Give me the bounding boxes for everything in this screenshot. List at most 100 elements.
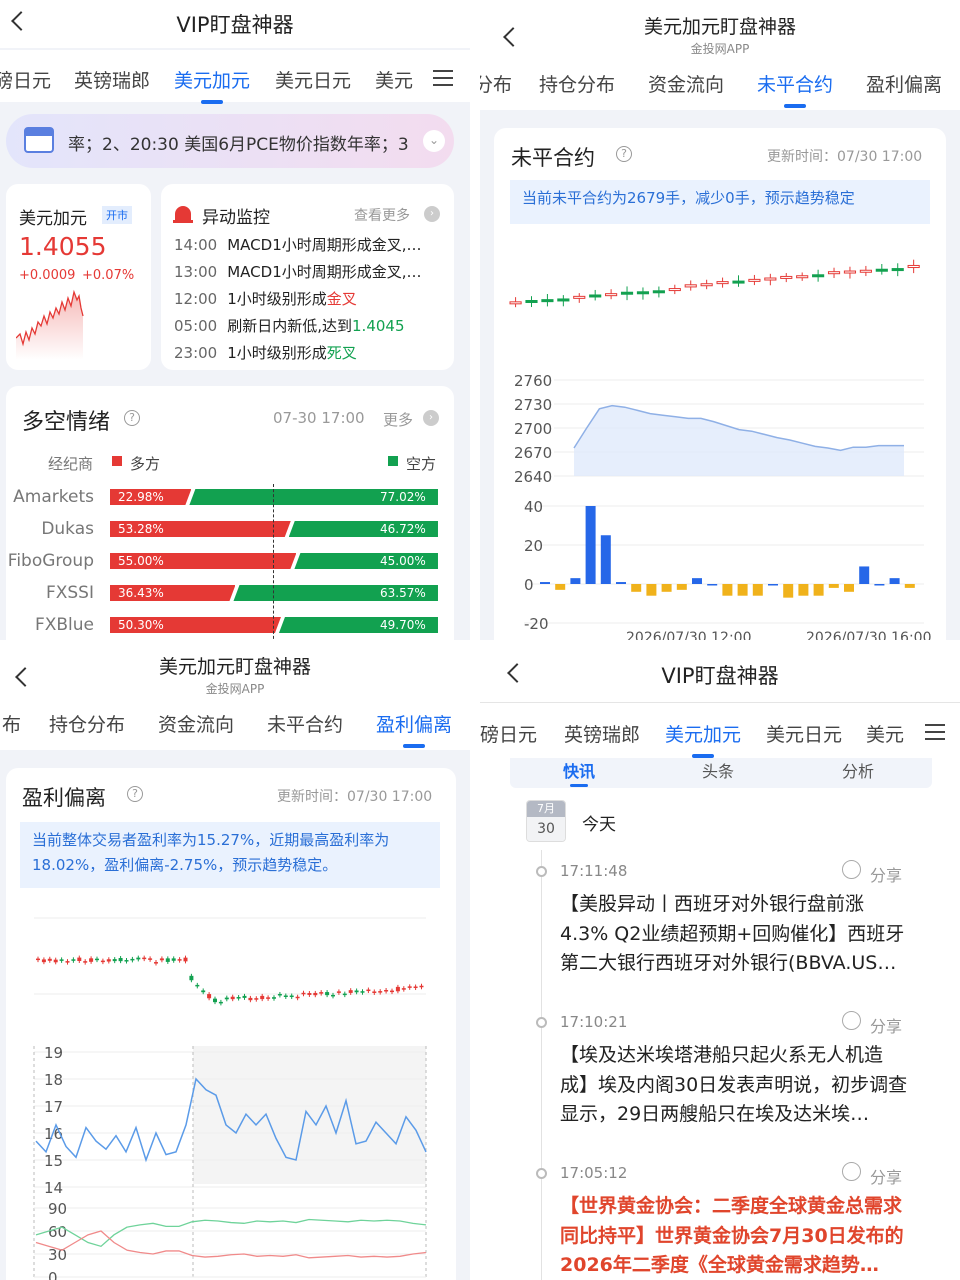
pl-candle <box>313 992 318 996</box>
kline-chart <box>509 259 920 308</box>
share-button[interactable]: 分享 <box>870 1013 902 1037</box>
tab-usd[interactable]: 美元 <box>375 66 413 93</box>
y-tick-label: 17 <box>44 1098 63 1116</box>
page-subtitle: 金投网APP <box>205 682 265 696</box>
subtab-underline <box>570 784 588 787</box>
monitor-highlight: 1.4045 <box>352 317 405 335</box>
oi-candle <box>843 270 857 274</box>
monitor-time: 23:00 <box>174 344 218 362</box>
panel-vip-overview: VIP盯盘神器 磅日元 英镑瑞郎 美元加元 美元日元 美元 率；2、20:30 … <box>0 0 470 640</box>
header: 美元加元盯盘神器 金投网APP <box>480 0 960 62</box>
news-text[interactable]: 【世界黄金协会：二季度全球黄金总需求同比持平】世界黄金协会7月30日发布的202… <box>560 1192 910 1280</box>
pl-candle <box>159 958 164 961</box>
pl-candle <box>130 958 135 961</box>
update-time: 更新时间：07/30 17:00 <box>767 149 923 165</box>
oi-candle <box>684 284 697 288</box>
panel-open-interest: 美元加元盯盘神器 金投网APP 分布 持仓分布 资金流向 未平合约 盈利偏离 未… <box>480 0 960 640</box>
pl-candle <box>342 993 347 996</box>
tab-usd[interactable]: 美元 <box>866 720 904 747</box>
oi-change-bar <box>722 584 733 596</box>
tab-usdcad[interactable]: 美元加元 <box>174 66 250 104</box>
monitor-time: 13:00 <box>174 263 218 281</box>
chevron-down-icon[interactable]: ⌄ <box>423 130 445 152</box>
tab-distribution[interactable]: 布 <box>2 710 21 737</box>
monitor-item[interactable]: 05:00 刷新日内新低,达到1.4045 <box>174 315 444 336</box>
oi-candle <box>859 269 872 273</box>
pl-candle <box>354 990 359 993</box>
long-pct: 36.43% <box>118 586 164 600</box>
oi-change-bar <box>889 578 900 584</box>
date-month: 7月 <box>527 801 565 817</box>
pl-candle <box>218 1001 223 1004</box>
view-more-link[interactable]: 查看更多 <box>354 205 410 225</box>
help-icon[interactable]: ? <box>127 786 143 802</box>
long-legend-label: 多方 <box>130 455 161 473</box>
monitor-item[interactable]: 14:00 MACD1小时周期形成金叉,… <box>174 234 444 255</box>
symbol-tabs: 磅日元 英镑瑞郎 美元加元 美元日元 美元 <box>480 706 960 758</box>
oi-candle <box>875 268 888 272</box>
sentiment-more-link[interactable]: 更多 <box>383 409 413 430</box>
tab-capital-flow[interactable]: 资金流向 <box>158 710 234 737</box>
tab-usdjpy[interactable]: 美元日元 <box>275 66 351 93</box>
share-button[interactable]: 分享 <box>870 1164 902 1188</box>
subtab-analysis[interactable]: 分析 <box>842 758 874 782</box>
y-tick-label: -20 <box>524 615 549 633</box>
oi-candle <box>636 291 650 295</box>
tab-profit-deviation[interactable]: 盈利偏离 <box>866 70 942 97</box>
chevron-right-icon[interactable]: › <box>424 206 440 222</box>
oi-change-bar <box>631 584 642 592</box>
quote-card[interactable]: 美元加元 开市 1.4055 +0.0009 +0.07% <box>6 184 151 370</box>
tab-profit-deviation[interactable]: 盈利偏离 <box>376 710 452 748</box>
pl-candle <box>307 993 312 995</box>
monitor-item[interactable]: 12:00 1小时级别形成金叉 <box>174 288 444 309</box>
tab-usdjpy[interactable]: 美元日元 <box>766 720 842 747</box>
oi-candle <box>668 288 681 292</box>
tab-capital-flow[interactable]: 资金流向 <box>648 70 724 97</box>
tab-distribution[interactable]: 分布 <box>480 70 512 97</box>
help-icon[interactable]: ? <box>124 410 140 426</box>
timeline-dot <box>536 1017 547 1028</box>
chevron-right-icon[interactable]: › <box>423 410 439 426</box>
tab-position-distribution[interactable]: 持仓分布 <box>49 710 125 737</box>
help-icon[interactable]: ? <box>616 146 632 162</box>
tab-gbpjpy[interactable]: 磅日元 <box>480 720 537 747</box>
profit-rate-chart: 1918171615149060300 <box>33 1044 427 1280</box>
oi-change-bar <box>783 584 794 598</box>
monitor-time: 12:00 <box>174 290 218 308</box>
header-divider <box>480 702 960 703</box>
subtab-flash[interactable]: 快讯 <box>563 758 595 782</box>
menu-lines-icon[interactable] <box>925 724 945 740</box>
tab-gbpjpy[interactable]: 磅日元 <box>0 66 51 93</box>
pl-candle <box>360 991 365 993</box>
monitor-item[interactable]: 23:00 1小时级别形成死叉 <box>174 342 444 363</box>
pl-candle <box>413 986 418 989</box>
oi-change-bar <box>752 584 763 596</box>
share-button[interactable]: 分享 <box>870 862 902 886</box>
pl-candle <box>53 959 58 963</box>
symbol-name: 美元加元 <box>19 209 87 229</box>
last-price: 1.4055 <box>19 232 107 261</box>
news-text[interactable]: 【美股异动丨西班牙对外银行盘前涨4.3% Q2业绩超预期+回购催化】西班牙第二大… <box>560 890 910 980</box>
tab-open-interest[interactable]: 未平合约 <box>267 710 343 737</box>
tab-gbpchf[interactable]: 英镑瑞郎 <box>564 720 640 747</box>
sentiment-title: 多空情绪 <box>22 410 111 435</box>
menu-lines-icon[interactable] <box>433 70 453 86</box>
banner-text: 率；2、20:30 美国6月PCE物价指数年率；3 <box>68 135 409 155</box>
share-icon[interactable] <box>842 860 861 879</box>
oi-change-bar <box>600 535 611 584</box>
pl-candle <box>266 997 271 999</box>
subtab-headlines[interactable]: 头条 <box>702 758 734 782</box>
tab-position-distribution[interactable]: 持仓分布 <box>539 70 615 97</box>
announcement-banner[interactable]: 率；2、20:30 美国6月PCE物价指数年率；3 ⌄ <box>6 114 454 168</box>
share-icon[interactable] <box>842 1162 861 1181</box>
tab-open-interest[interactable]: 未平合约 <box>757 70 833 108</box>
tab-usdcad[interactable]: 美元加元 <box>665 720 741 758</box>
y-tick-label: 0 <box>524 576 534 594</box>
monitor-item[interactable]: 13:00 MACD1小时周期形成金叉,… <box>174 261 444 282</box>
tab-gbpchf[interactable]: 英镑瑞郎 <box>74 66 150 93</box>
y-tick-label: 2700 <box>514 420 552 438</box>
midline-divider <box>273 484 274 640</box>
news-text[interactable]: 【埃及达米埃塔港船只起火系无人机造成】埃及内阁30日发表声明说，初步调查显示，2… <box>560 1041 910 1131</box>
share-icon[interactable] <box>842 1011 861 1030</box>
x-tick-label: 2026/07/30 16:00 <box>806 630 932 640</box>
